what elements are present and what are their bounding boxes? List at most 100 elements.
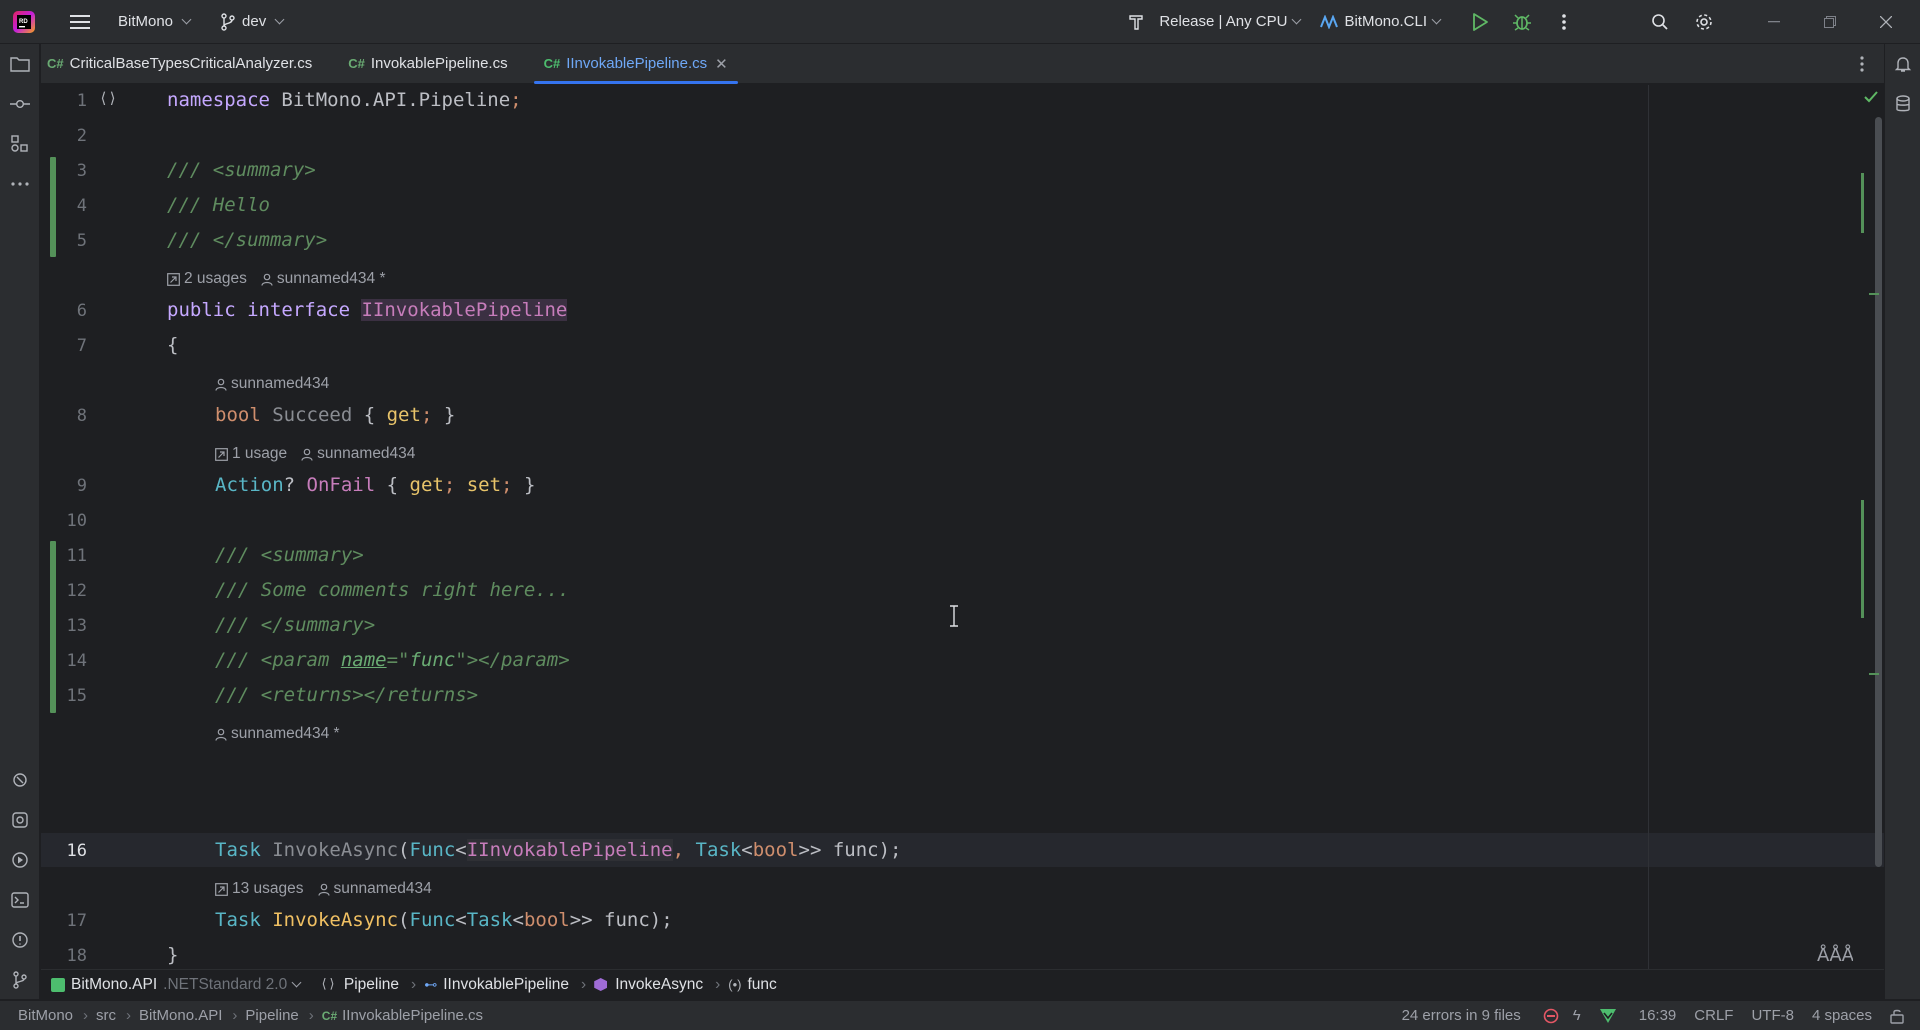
- notifications-button[interactable]: [1889, 50, 1917, 78]
- editor-scrollbar[interactable]: [1859, 85, 1884, 969]
- scrollbar-thumb[interactable]: [1875, 117, 1882, 867]
- line-number: 16: [66, 841, 87, 861]
- line-ending[interactable]: CRLF: [1694, 1007, 1733, 1024]
- minimize-button[interactable]: [1746, 4, 1802, 40]
- more-actions-button[interactable]: [1546, 4, 1582, 40]
- namespace-icon: ⟨⟩: [320, 977, 336, 992]
- code-line-current: Task InvokeAsync(Func<IInvokablePipeline…: [215, 839, 902, 861]
- csharp-file-icon: C#: [47, 56, 64, 71]
- run-config-label: BitMono.CLI: [1344, 13, 1427, 30]
- ellipsis-icon: [11, 182, 29, 186]
- services-tool-button[interactable]: [6, 766, 34, 794]
- path-segment[interactable]: Pipeline: [245, 1007, 298, 1024]
- path-segment[interactable]: src: [96, 1007, 116, 1024]
- usages-hint[interactable]: 13 usages: [215, 880, 304, 898]
- line-number: 18: [66, 946, 87, 966]
- path-segment[interactable]: BitMono.API: [139, 1007, 222, 1024]
- svg-text:ÅÅÅ: ÅÅÅ: [1817, 944, 1853, 965]
- indent-setting[interactable]: 4 spaces: [1812, 1007, 1872, 1024]
- author-hint[interactable]: sunnamed434: [215, 375, 329, 393]
- run-tool-button[interactable]: [6, 846, 34, 874]
- chevron-down-icon: [1292, 14, 1302, 25]
- settings-button[interactable]: [1686, 4, 1722, 40]
- usages-icon: [215, 882, 228, 896]
- author-hint[interactable]: sunnamed434 *: [261, 270, 386, 288]
- no-problems-check-icon[interactable]: [1864, 91, 1878, 103]
- tab-actions-button[interactable]: [1844, 46, 1880, 82]
- breadcrumb-parameter[interactable]: (•) func: [728, 976, 777, 994]
- breadcrumb-method[interactable]: InvokeAsync: [594, 976, 703, 994]
- project-selector[interactable]: BitMono: [118, 0, 192, 44]
- bell-icon: [1894, 57, 1912, 72]
- search-button[interactable]: [1642, 4, 1678, 40]
- author-hint[interactable]: sunnamed434 *: [215, 725, 340, 743]
- title-bar: RD BitMono dev Release | Any CPU BitMono…: [0, 0, 1920, 44]
- run-button[interactable]: [1462, 4, 1498, 40]
- line-number: 6: [76, 301, 87, 321]
- git-branch-icon: [221, 12, 235, 31]
- chevron-down-icon: [291, 977, 302, 988]
- breadcrumb-interface[interactable]: ⊷ IInvokablePipeline: [424, 976, 569, 994]
- close-tab-icon[interactable]: ✕: [715, 55, 728, 73]
- author-hint[interactable]: sunnamed434: [301, 445, 415, 463]
- branch-name: dev: [242, 13, 267, 30]
- breadcrumb-separator: ›: [581, 975, 587, 993]
- problems-tool-button[interactable]: [6, 926, 34, 954]
- readonly-toggle[interactable]: [1890, 1008, 1904, 1024]
- code-line: Action? OnFail { get; set; }: [215, 474, 536, 496]
- code-line: /// <param name="func"></param>: [215, 649, 570, 671]
- rider-logo-icon[interactable]: RD: [6, 4, 42, 40]
- code-vision-hints: 1 usage sunnamed434: [215, 445, 429, 463]
- run-config-selector[interactable]: BitMono.CLI: [1320, 0, 1442, 44]
- build-config-label: Release | Any CPU: [1159, 13, 1288, 30]
- status-bar: BitMono › src › BitMono.API › Pipeline ›…: [0, 1000, 1920, 1030]
- usages-hint[interactable]: 1 usage: [215, 445, 287, 463]
- code-vision-hints: sunnamed434: [215, 375, 343, 393]
- tab-label: InvokablePipeline.cs: [370, 55, 508, 72]
- restore-icon: [1824, 15, 1836, 28]
- structure-tool-button[interactable]: [6, 130, 34, 158]
- debug-button[interactable]: [1504, 4, 1540, 40]
- error-indicator[interactable]: [1543, 1008, 1559, 1024]
- unit-tests-tool-button[interactable]: [6, 806, 34, 834]
- more-tools-button[interactable]: [6, 170, 34, 198]
- breadcrumb-project[interactable]: BitMono.API .NETStandard 2.0: [51, 976, 302, 994]
- path-separator: ›: [232, 1007, 238, 1024]
- breadcrumb-separator: ›: [715, 975, 721, 993]
- code-analysis-indicator[interactable]: ϟ: [1573, 1007, 1581, 1024]
- tab-iinvokable-pipeline[interactable]: C# IInvokablePipeline.cs ✕: [532, 44, 740, 84]
- git-tool-button[interactable]: [6, 966, 34, 994]
- file-encoding[interactable]: UTF-8: [1751, 1007, 1794, 1024]
- author-hint[interactable]: sunnamed434: [317, 880, 432, 898]
- commit-tool-button[interactable]: [6, 90, 34, 118]
- tab-critical-analyzer[interactable]: C# CriticalBaseTypesCriticalAnalyzer.cs: [41, 44, 324, 84]
- project-tool-button[interactable]: [6, 50, 34, 78]
- usages-hint[interactable]: 2 usages: [167, 270, 247, 288]
- close-window-button[interactable]: [1858, 4, 1914, 40]
- vcs-indicator[interactable]: [1599, 1008, 1617, 1024]
- csharp-file-icon: C#: [321, 1008, 338, 1023]
- build-config-selector[interactable]: Release | Any CPU: [1127, 0, 1302, 44]
- reader-mode-icon[interactable]: ÅÅÅ: [1817, 943, 1853, 965]
- code-line: {: [167, 334, 179, 356]
- database-button[interactable]: [1889, 90, 1917, 118]
- line-number: 4: [76, 196, 87, 216]
- breadcrumb-namespace[interactable]: ⟨⟩ Pipeline: [320, 976, 399, 994]
- branch-selector[interactable]: dev: [220, 0, 285, 44]
- code-editor[interactable]: ⟨⟩ 1 2 3 4 5 6 7 8 9 10 11 12 13 14 15 1…: [41, 85, 1884, 969]
- kebab-icon: [1562, 13, 1566, 30]
- svg-text:RD: RD: [19, 19, 28, 25]
- terminal-tool-button[interactable]: [6, 886, 34, 914]
- tab-invokable-pipeline[interactable]: C# InvokablePipeline.cs: [336, 44, 519, 84]
- path-file[interactable]: C# IInvokablePipeline.cs: [322, 1007, 483, 1024]
- caret-position[interactable]: 16:39: [1639, 1007, 1677, 1024]
- person-icon: [261, 273, 273, 286]
- line-number: 15: [66, 686, 87, 706]
- main-menu-icon[interactable]: [62, 4, 98, 40]
- usages-icon: [215, 447, 228, 461]
- path-segment[interactable]: BitMono: [18, 1007, 73, 1024]
- errors-summary[interactable]: 24 errors in 9 files: [1402, 1007, 1521, 1024]
- namespace-icon[interactable]: ⟨⟩: [99, 89, 117, 107]
- code-line: /// Hello: [167, 194, 270, 216]
- restore-button[interactable]: [1802, 4, 1858, 40]
